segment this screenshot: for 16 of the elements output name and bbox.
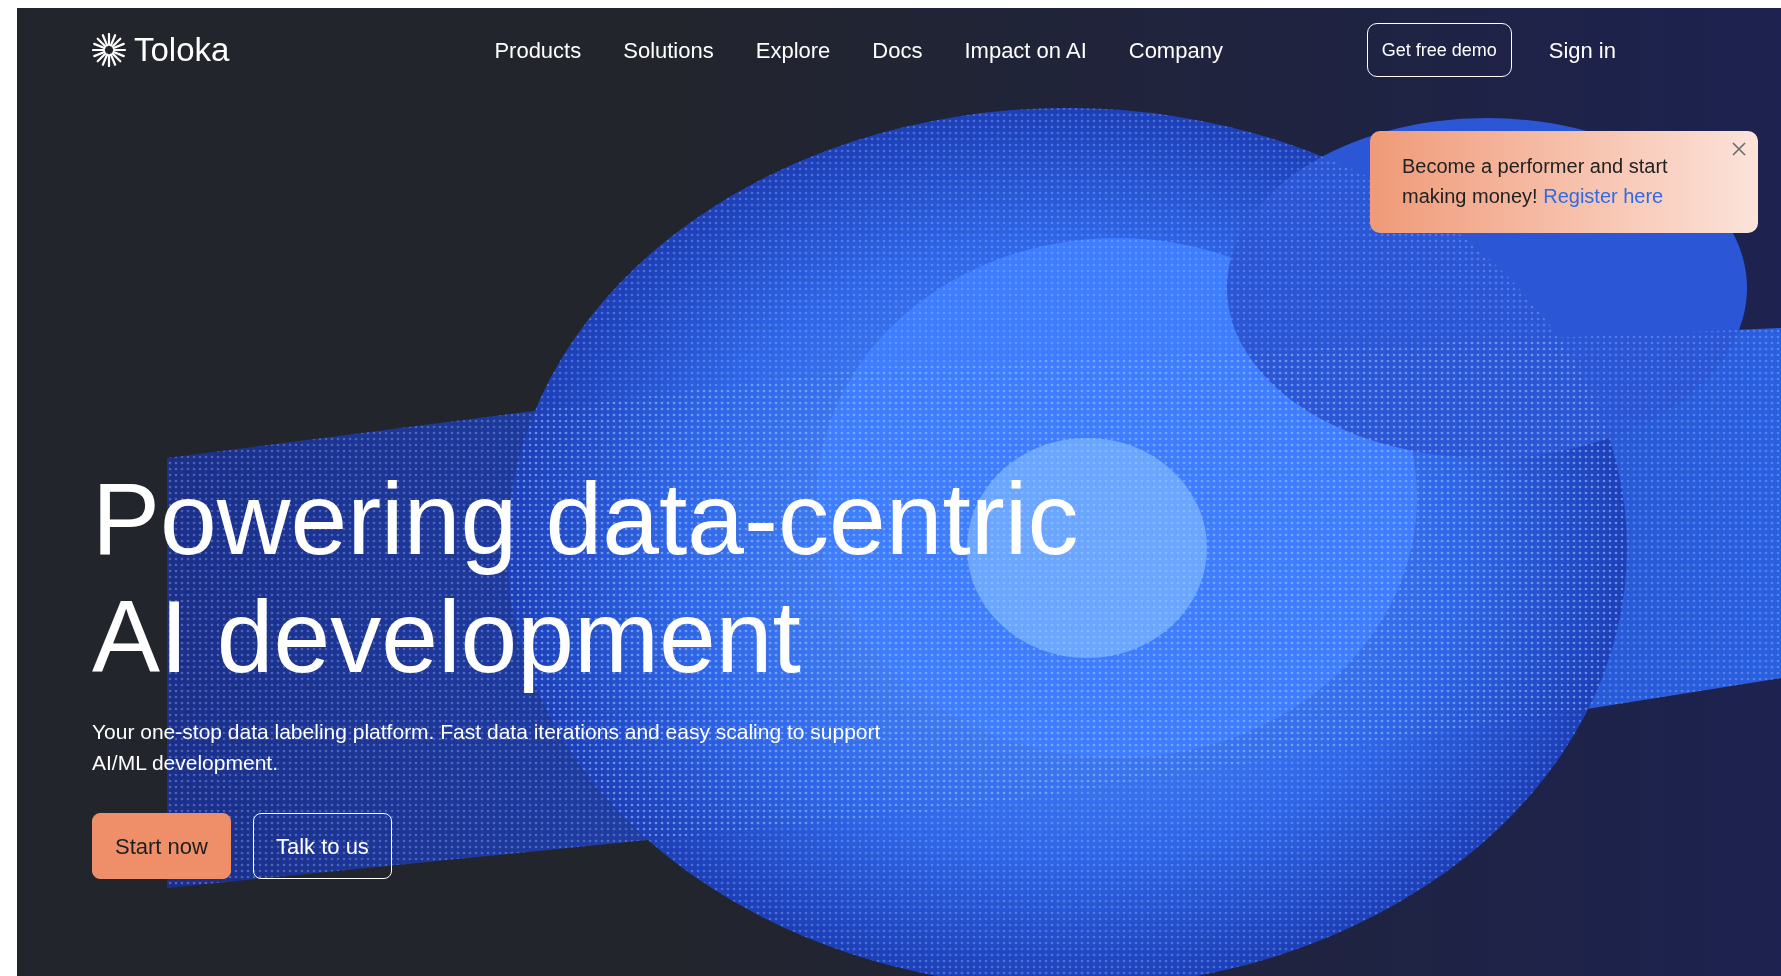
nav-link[interactable]: Docs bbox=[872, 33, 923, 67]
nav-link[interactable]: Impact on AI bbox=[964, 33, 1087, 67]
nav-link[interactable]: Explore bbox=[755, 33, 831, 67]
close-icon[interactable] bbox=[1730, 140, 1748, 158]
toast-message: Become a performer and start making money! Register here bbox=[1402, 154, 1669, 209]
contact-button[interactable]: Talk to us bbox=[252, 813, 392, 879]
start-button[interactable]: Start now bbox=[92, 813, 231, 879]
hero-heading: Powering data-centric AI development bbox=[92, 461, 1080, 696]
nav-link[interactable]: Products bbox=[494, 33, 582, 67]
brand-name[interactable]: Toloka bbox=[134, 25, 230, 75]
nav-link[interactable]: Company bbox=[1128, 33, 1223, 67]
sunburst-logo-icon bbox=[92, 33, 126, 67]
sign-in-link[interactable]: Sign in bbox=[1533, 23, 1631, 77]
demo-button[interactable]: Get free demo bbox=[1366, 23, 1512, 77]
nav-link[interactable]: Solutions bbox=[623, 33, 714, 67]
hero-subtitle: Your one-stop data labeling platform. Fast data iterations and easy scaling to support AI/ML development. bbox=[92, 719, 882, 776]
